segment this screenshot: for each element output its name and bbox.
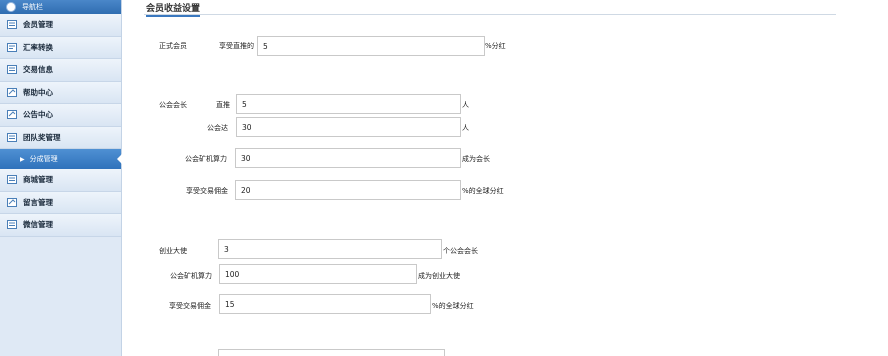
help-icon (6, 87, 17, 97)
sidebar-item-label: 留言管理 (23, 197, 53, 207)
message-icon (6, 197, 17, 207)
sidebar-item-wechat[interactable]: 微信管理 (0, 214, 121, 237)
guild-size-label: 公会达 (207, 124, 228, 132)
shop-icon (6, 175, 17, 185)
sidebar-subitem-dividend[interactable]: ▶ 分成管理 (0, 149, 122, 169)
sidebar-item-label: 商城管理 (23, 175, 53, 185)
official-member-suffix: %分红 (485, 42, 506, 50)
ambassador-hashrate-input[interactable] (219, 264, 417, 284)
page-title: 会员收益设置 (146, 1, 201, 17)
ambassador-label: 创业大使 (159, 247, 187, 255)
guild-size-input[interactable] (236, 117, 461, 137)
guild-direct-label: 直推 (216, 101, 230, 109)
sidebar-item-notice[interactable]: 公告中心 (0, 104, 121, 127)
main-content: 会员收益设置 正式会员 享受直推的 %分红 公会会长 直推 人 公会达 人 公会… (122, 0, 888, 356)
sidebar-item-member[interactable]: 会员管理 (0, 14, 121, 37)
sidebar-header: 导航栏 (0, 0, 121, 14)
guild-direct-suffix: 人 (462, 101, 469, 109)
notice-icon (6, 110, 17, 120)
sidebar: 导航栏 会员管理 汇率转换 交易信息 帮助中心 公告中心 团队奖管理 ▶ 分成管… (0, 0, 122, 356)
ambassador-hashrate-label: 公会矿机算力 (170, 272, 212, 280)
ambassador-count-suffix: 个公会会长 (443, 247, 478, 255)
sidebar-item-label: 交易信息 (23, 65, 53, 75)
sidebar-item-label: 微信管理 (23, 220, 53, 230)
sidebar-item-label: 汇率转换 (23, 42, 53, 52)
sidebar-item-message[interactable]: 留言管理 (0, 191, 121, 214)
ambassador-commission-input[interactable] (219, 294, 431, 314)
guild-hashrate-label: 公会矿机算力 (185, 155, 227, 163)
team-icon (6, 132, 17, 142)
guild-hashrate-suffix: 成为会长 (462, 155, 490, 163)
guild-commission-suffix: %的全球分红 (462, 187, 504, 195)
home-icon (6, 2, 16, 12)
sidebar-header-label: 导航栏 (22, 3, 43, 11)
official-member-dividend-input[interactable] (257, 36, 485, 56)
sidebar-item-label: 公告中心 (23, 110, 53, 120)
list-icon (6, 65, 17, 75)
ambassador-commission-suffix: %的全球分红 (432, 302, 474, 310)
guild-size-suffix: 人 (462, 124, 469, 132)
direct-push-label: 享受直推的 (219, 42, 254, 50)
guild-leader-label: 公会会长 (159, 101, 187, 109)
sidebar-item-trade[interactable]: 交易信息 (0, 59, 121, 82)
exchange-icon (6, 42, 17, 52)
sidebar-item-team[interactable]: 团队奖管理 (0, 126, 121, 149)
guild-direct-input[interactable] (236, 94, 461, 114)
page-title-bar: 会员收益设置 (144, 0, 836, 17)
bottom-partial-input[interactable] (218, 349, 445, 356)
sidebar-item-label: 会员管理 (23, 20, 53, 30)
guild-commission-label: 享受交易佣金 (186, 187, 228, 195)
sidebar-item-label: 团队奖管理 (23, 132, 61, 142)
sidebar-item-shop[interactable]: 商城管理 (0, 169, 121, 192)
ambassador-commission-label: 享受交易佣金 (169, 302, 211, 310)
guild-hashrate-input[interactable] (235, 148, 461, 168)
sidebar-subitem-label: 分成管理 (29, 155, 58, 163)
wechat-icon (6, 220, 17, 230)
ambassador-hashrate-suffix: 成为创业大使 (418, 272, 460, 280)
user-icon (6, 20, 17, 30)
sidebar-item-help[interactable]: 帮助中心 (0, 81, 121, 104)
chevron-right-icon: ▶ (20, 155, 25, 163)
official-member-label: 正式会员 (159, 42, 187, 50)
guild-commission-input[interactable] (235, 180, 461, 200)
sidebar-item-exchange[interactable]: 汇率转换 (0, 36, 121, 59)
ambassador-count-input[interactable] (218, 239, 442, 259)
sidebar-item-label: 帮助中心 (23, 87, 53, 97)
